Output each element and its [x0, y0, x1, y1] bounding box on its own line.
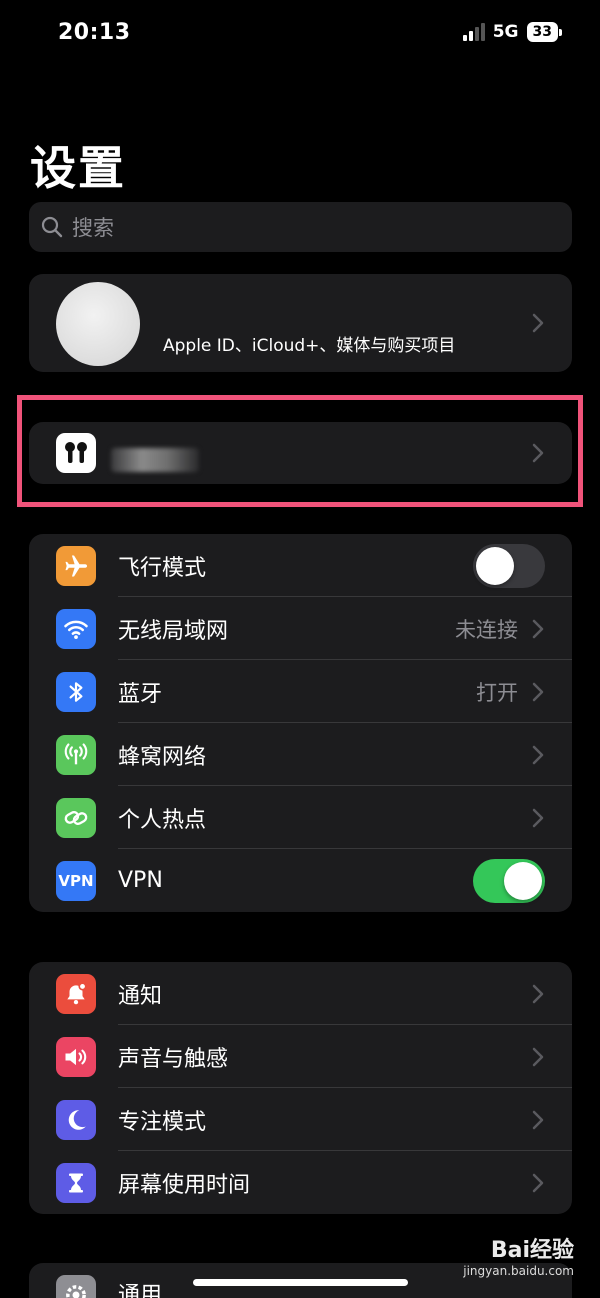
notifications-group: 通知 声音与触感 专注模式 屏幕使用时间 [29, 962, 572, 1214]
chevron-right-icon [532, 808, 544, 827]
row-label: 蜂窝网络 [118, 744, 207, 770]
row-label: 屏幕使用时间 [118, 1172, 251, 1198]
row-label: 专注模式 [118, 1109, 207, 1135]
airpods-item[interactable] [29, 422, 572, 484]
search-icon [41, 216, 63, 238]
airpods-icon [56, 433, 96, 473]
row-label: 声音与触感 [118, 1046, 229, 1072]
settings-row-screen-time[interactable]: 屏幕使用时间 [29, 1151, 572, 1214]
sound-icon [56, 1037, 96, 1077]
vpn-icon: VPN [56, 861, 96, 901]
profile-subtitle: Apple ID、iCloud+、媒体与购买项目 [163, 336, 456, 356]
home-indicator[interactable] [193, 1279, 408, 1286]
settings-row-focus[interactable]: 专注模式 [29, 1088, 572, 1151]
hotspot-icon [56, 798, 96, 838]
chevron-right-icon [532, 682, 544, 701]
row-label: 个人热点 [118, 807, 207, 833]
settings-row-cellular[interactable]: 蜂窝网络 [29, 723, 572, 786]
row-value: 未连接 [455, 617, 518, 642]
row-label: 无线局域网 [118, 618, 229, 644]
battery-icon: 33 [526, 22, 562, 42]
connectivity-group: 飞行模式 无线局域网 未连接 蓝牙 打开 蜂窝网络 个人热点 VPN VPN [29, 534, 572, 912]
baidu-watermark: Bai经验 jingyan.baidu.com [463, 1232, 574, 1278]
status-indicators: 5G 33 [462, 22, 562, 42]
blurred-device-name [111, 448, 199, 472]
cellular-icon [56, 735, 96, 775]
battery-level: 33 [526, 22, 558, 42]
chevron-right-icon [532, 1047, 544, 1066]
hourglass-icon [56, 1163, 96, 1203]
airplane-toggle[interactable] [473, 544, 545, 588]
settings-row-airplane[interactable]: 飞行模式 [29, 534, 572, 597]
vpn-toggle[interactable] [473, 859, 545, 903]
watermark-url: jingyan.baidu.com [463, 1264, 574, 1278]
row-label: VPN [118, 868, 163, 893]
gear-icon [56, 1275, 96, 1298]
row-value: 打开 [476, 680, 518, 705]
row-label: 通用 [118, 1283, 163, 1298]
row-label: 蓝牙 [118, 681, 163, 707]
chevron-right-icon [532, 984, 544, 1003]
moon-icon [56, 1100, 96, 1140]
chevron-right-icon [532, 1173, 544, 1192]
settings-row-notifications[interactable]: 通知 [29, 962, 572, 1025]
airplane-icon [56, 546, 96, 586]
settings-row-sounds[interactable]: 声音与触感 [29, 1025, 572, 1088]
status-time: 20:13 [58, 20, 131, 45]
chevron-right-icon [532, 443, 544, 463]
notification-icon [56, 974, 96, 1014]
watermark-brand: Bai经验 [490, 1238, 574, 1263]
wifi-icon [56, 609, 96, 649]
row-label: 通知 [118, 983, 163, 1009]
row-label: 飞行模式 [118, 555, 207, 581]
avatar [56, 282, 140, 366]
network-type: 5G [492, 22, 519, 42]
search-field[interactable]: 搜索 [29, 202, 572, 252]
settings-row-vpn[interactable]: VPN VPN [29, 849, 572, 912]
apple-id-profile[interactable]: Apple ID、iCloud+、媒体与购买项目 [29, 274, 572, 372]
chevron-right-icon [532, 313, 544, 333]
page-title: 设置 [30, 141, 126, 195]
chevron-right-icon [532, 1110, 544, 1129]
signal-icon [462, 23, 485, 41]
chevron-right-icon [532, 745, 544, 764]
search-placeholder: 搜索 [72, 216, 114, 240]
settings-row-hotspot[interactable]: 个人热点 [29, 786, 572, 849]
settings-row-bluetooth[interactable]: 蓝牙 打开 [29, 660, 572, 723]
settings-row-wifi[interactable]: 无线局域网 未连接 [29, 597, 572, 660]
bluetooth-icon [56, 672, 96, 712]
chevron-right-icon [532, 619, 544, 638]
